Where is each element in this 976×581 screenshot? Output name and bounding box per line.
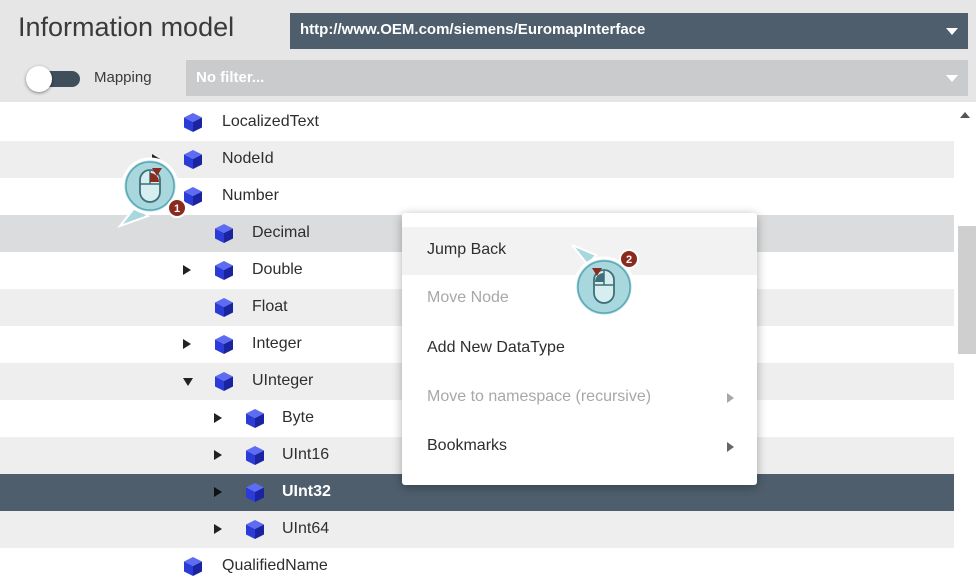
cube-icon	[246, 409, 264, 428]
vertical-scrollbar[interactable]	[954, 104, 976, 581]
tree-row-label: LocalizedText	[222, 113, 319, 130]
tree-row-label: NodeId	[222, 150, 274, 167]
cube-icon	[215, 224, 233, 243]
panel-title: Information model	[18, 12, 235, 42]
tree-row-label: UInt64	[282, 520, 330, 537]
menu-item-label: Move Node	[427, 289, 509, 306]
scroll-up-icon[interactable]	[960, 112, 970, 118]
tree-row-label: Decimal	[252, 224, 310, 241]
tree-row-label: Byte	[282, 409, 315, 426]
tree-row-label: UInt16	[282, 446, 330, 463]
expand-arrow-icon[interactable]	[214, 487, 222, 497]
left-mouse-click-icon: 2	[571, 244, 639, 318]
expand-arrow-icon[interactable]	[183, 339, 191, 349]
tree-row-label: Number	[222, 187, 279, 204]
cube-icon	[215, 335, 233, 354]
collapse-arrow-icon[interactable]	[183, 378, 193, 386]
mapping-label: Mapping	[94, 69, 152, 86]
callout-number: 1	[174, 203, 180, 215]
menu-item-label: Move to namespace (recursive)	[427, 388, 652, 405]
menu-item-bookmarks[interactable]: Bookmarks	[402, 423, 757, 471]
chevron-right-icon	[727, 393, 734, 403]
menu-item-label: Add New DataType	[427, 339, 565, 356]
tree-row-label: UInteger	[252, 372, 314, 389]
cube-icon	[246, 483, 264, 502]
expand-arrow-icon[interactable]	[214, 413, 222, 423]
namespace-select[interactable]: http://www.OEM.com/siemens/EuromapInterf…	[290, 13, 968, 49]
scrollbar-thumb[interactable]	[958, 226, 976, 354]
cube-icon	[184, 557, 202, 576]
tree-row-uint64[interactable]: UInt64	[0, 511, 954, 548]
cube-icon	[215, 261, 233, 280]
filter-select[interactable]: No filter...	[186, 60, 968, 96]
tree-row-label: UInt32	[282, 483, 331, 500]
tree-row-label: Float	[252, 298, 288, 315]
toggle-knob	[26, 66, 52, 92]
menu-item-move-to-namespace: Move to namespace (recursive)	[402, 374, 757, 422]
filter-select-placeholder: No filter...	[196, 69, 265, 86]
menu-item-label: Jump Back	[427, 241, 507, 258]
tree-row-label: Integer	[252, 335, 302, 352]
chevron-down-icon	[946, 28, 958, 35]
menu-item-label: Bookmarks	[427, 437, 508, 454]
cube-icon	[184, 113, 202, 132]
mapping-toggle[interactable]	[26, 66, 82, 92]
right-mouse-click-icon: 1	[117, 157, 187, 229]
callout-number: 2	[626, 254, 632, 266]
cube-icon	[215, 298, 233, 317]
expand-arrow-icon[interactable]	[214, 524, 222, 534]
toolbar: Information model http://www.OEM.com/sie…	[0, 0, 976, 102]
tree-row-label: QualifiedName	[222, 557, 328, 574]
tree-row-qualifiedname[interactable]: QualifiedName	[0, 548, 954, 581]
cube-icon	[246, 446, 264, 465]
tree-row-localizedtext[interactable]: LocalizedText	[0, 104, 954, 141]
chevron-right-icon	[727, 442, 734, 452]
expand-arrow-icon[interactable]	[183, 265, 191, 275]
expand-arrow-icon[interactable]	[214, 450, 222, 460]
chevron-down-icon	[946, 75, 958, 82]
cube-icon	[246, 520, 264, 539]
namespace-select-value: http://www.OEM.com/siemens/EuromapInterf…	[300, 21, 646, 38]
tree-row-label: Double	[252, 261, 303, 278]
cube-icon	[215, 372, 233, 391]
